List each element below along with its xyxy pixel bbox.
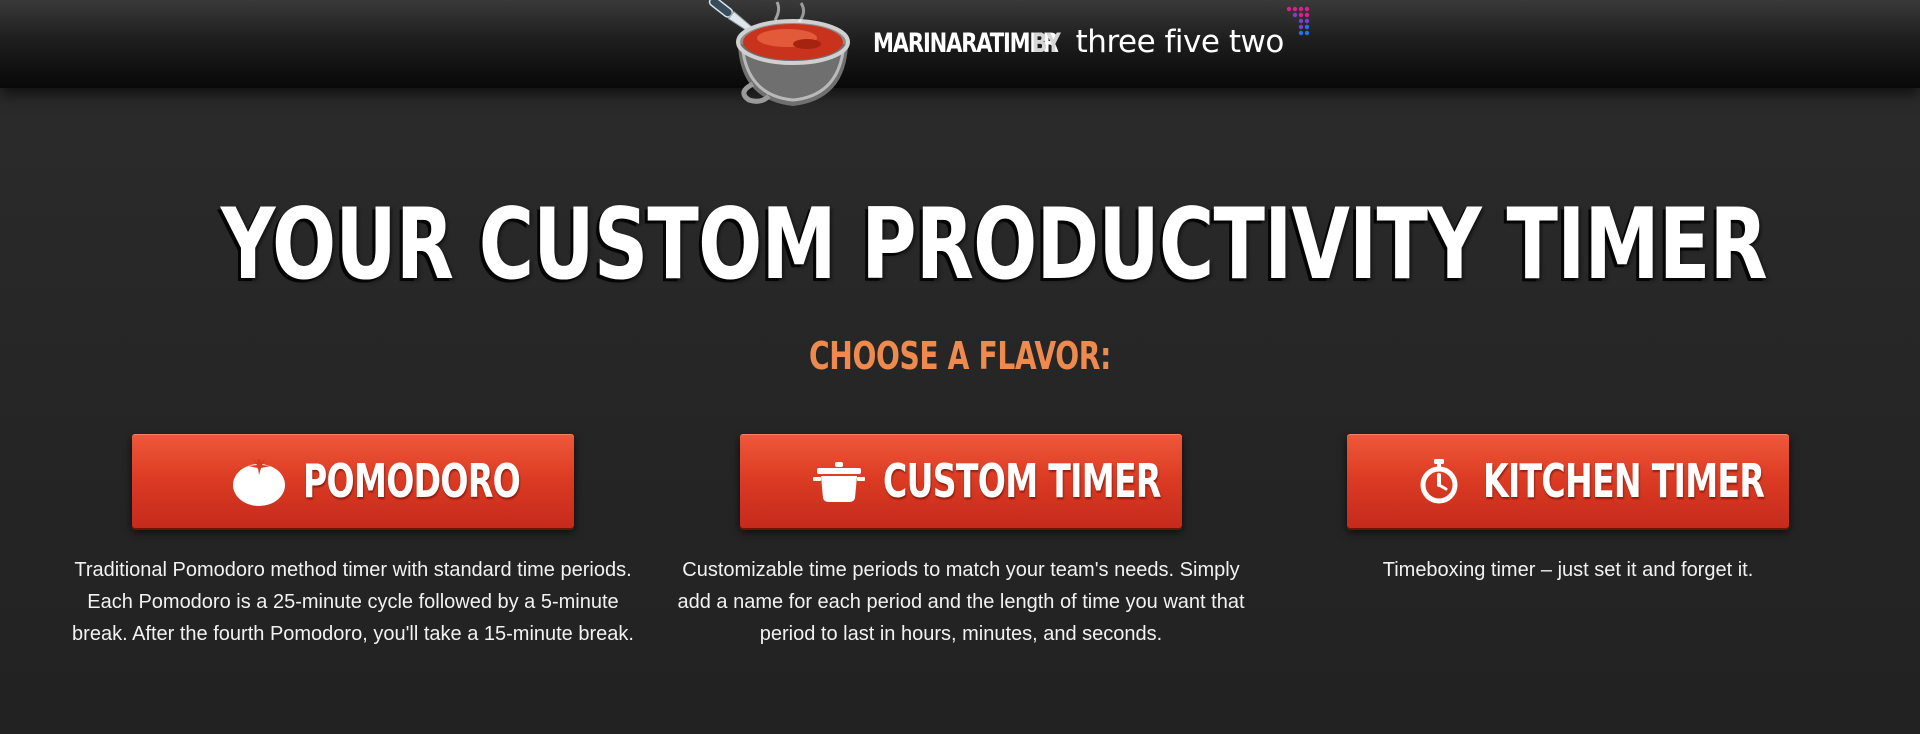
- kitchen-timer-button-label: KITCHEN TIMER: [1483, 454, 1765, 508]
- kitchen-timer-button[interactable]: KITCHEN TIMER: [1347, 434, 1789, 528]
- custom-timer-button-label: CUSTOM TIMER: [883, 454, 1161, 508]
- pot-icon: [809, 453, 869, 509]
- option-kitchen-timer: KITCHEN TIMER Timeboxing timer – just se…: [1278, 434, 1858, 586]
- option-custom-timer: CUSTOM TIMER Customizable time periods t…: [671, 434, 1251, 650]
- pomodoro-description: Traditional Pomodoro method timer with s…: [72, 559, 634, 645]
- page-title: YOUR CUSTOM PRODUCTIVITY TIMER: [220, 188, 1768, 302]
- tomato-icon: [229, 453, 289, 509]
- custom-timer-description: Customizable time periods to match your …: [677, 559, 1245, 645]
- kitchen-timer-description: Timeboxing timer – just set it and forge…: [1382, 559, 1754, 581]
- marinara-pot-icon[interactable]: [695, 0, 865, 120]
- pomodoro-button[interactable]: POMODORO: [132, 434, 574, 528]
- company-name: three five two: [1075, 24, 1285, 60]
- company-logo-dots-icon: [1286, 6, 1309, 36]
- pomodoro-button-label: POMODORO: [302, 454, 521, 508]
- brand-by: BY: [1031, 28, 1061, 59]
- custom-timer-button[interactable]: CUSTOM TIMER: [740, 434, 1182, 528]
- choose-flavor-heading: CHOOSE A FLAVOR:: [809, 334, 1111, 378]
- page: MARINARATIMER BY three five two YOUR CUS…: [0, 0, 1920, 734]
- app-name: MARINARATIMER: [873, 28, 1059, 59]
- brand[interactable]: MARINARATIMER BY three five two: [873, 6, 1310, 62]
- stopwatch-icon: [1409, 453, 1469, 509]
- option-pomodoro: POMODORO Traditional Pomodoro method tim…: [63, 434, 643, 650]
